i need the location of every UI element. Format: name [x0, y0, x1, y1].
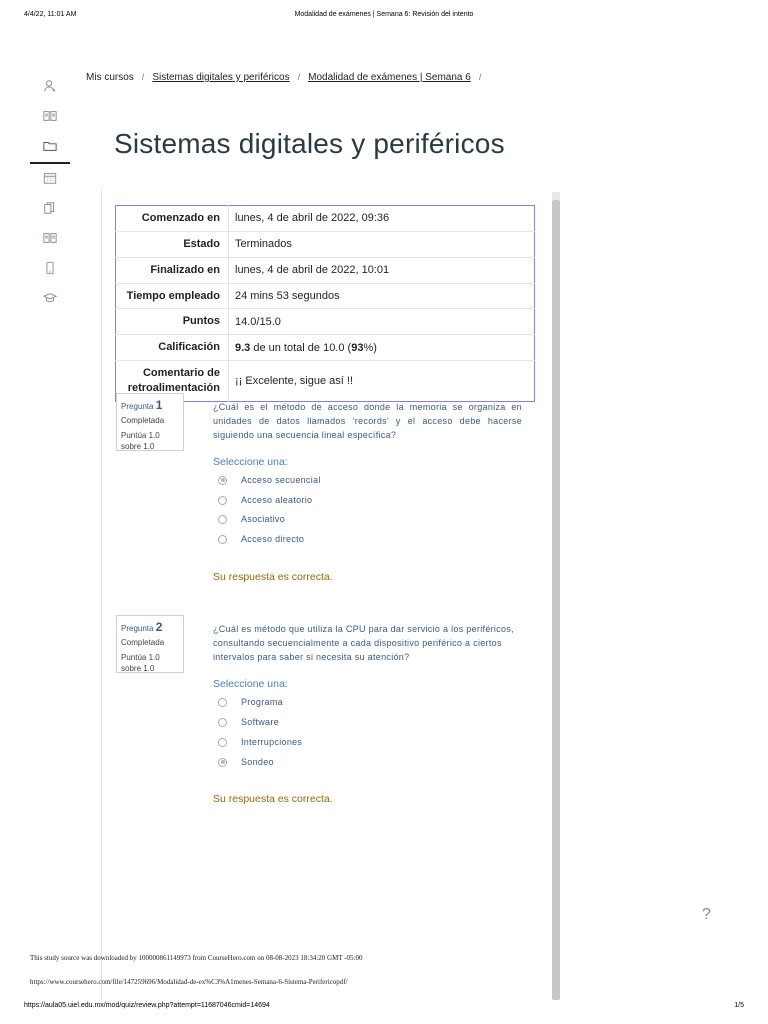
question-label: Pregunta [121, 624, 154, 633]
breadcrumb-separator: / [297, 72, 301, 82]
time-label: Tiempo empleado [115, 283, 229, 310]
question-info-1: Pregunta 1 Completada Puntúa 1.0 sobre 1… [116, 393, 184, 451]
mobile-icon[interactable] [30, 256, 70, 280]
breadcrumb-my-courses[interactable]: Mis cursos [86, 72, 134, 83]
scrollbar[interactable] [552, 200, 560, 1000]
option-label: Programa [241, 697, 283, 707]
table-row: Comenzado en lunes, 4 de abril de 2022, … [115, 205, 535, 232]
answer-option[interactable]: Software [218, 715, 279, 729]
started-value: lunes, 4 de abril de 2022, 09:36 [228, 205, 535, 232]
radio-button[interactable] [218, 495, 227, 505]
radio-button[interactable] [218, 534, 227, 544]
attempt-summary-table: Comenzado en lunes, 4 de abril de 2022, … [115, 205, 535, 402]
download-source-note: This study source was downloaded by 1000… [30, 954, 363, 962]
help-button[interactable]: ? [702, 906, 711, 924]
grade-total: de un total de 10.0 ( [250, 341, 352, 354]
answer-option[interactable]: Asociativo [218, 512, 285, 526]
question-info-2: Pregunta 2 Completada Puntúa 1.0 sobre 1… [116, 615, 184, 673]
radio-button[interactable] [218, 514, 227, 524]
answer-option[interactable]: Acceso aleatorio [218, 493, 312, 507]
answer-option[interactable]: Programa [218, 695, 283, 709]
question-index: 1 [155, 398, 163, 412]
table-row: Puntos 14.0/15.0 [115, 308, 535, 336]
feedback-value: ¡¡ Excelente, sigue así !! [228, 360, 535, 402]
finished-label: Finalizado en [115, 257, 229, 284]
points-label: Puntos [115, 308, 229, 336]
question-grade: Puntúa 1.0 sobre 1.0 [121, 431, 160, 451]
question-state: Completada [121, 638, 165, 647]
state-value: Terminados [228, 231, 535, 258]
user-icon[interactable] [30, 74, 70, 98]
table-row: Calificación 9.3 de un total de 10.0 (93… [115, 334, 535, 362]
option-label: Software [241, 717, 279, 727]
breadcrumb-quiz[interactable]: Modalidad de exámenes | Semana 6 [308, 72, 471, 83]
breadcrumb: Mis cursos / Sistemas digitales y periféri… [86, 72, 489, 83]
option-label: Acceso secuencial [241, 475, 321, 485]
library-icon[interactable] [30, 226, 70, 250]
question-text-1: ¿Cuál es el método de acceso donde la me… [213, 402, 522, 440]
answer-option[interactable]: Acceso secuencial [218, 473, 321, 487]
time-value: 24 mins 53 segundos [228, 283, 535, 310]
print-footer-url: https://aula05.uiel.edu.mx/mod/quiz/revi… [24, 1002, 270, 1009]
radio-button[interactable] [218, 757, 227, 767]
graduation-cap-icon[interactable] [30, 286, 70, 310]
points-value: 14.0/15.0 [228, 308, 535, 336]
sidebar-active-indicator [30, 162, 70, 164]
source-url: https://www.coursehero.com/file/14725969… [30, 978, 348, 986]
radio-button[interactable] [218, 737, 227, 747]
finished-value: lunes, 4 de abril de 2022, 10:01 [228, 257, 535, 284]
print-header: 4/4/22, 11:01 AM Modalidad de exámenes |… [24, 11, 744, 23]
grade-percent-suffix: %) [363, 341, 377, 354]
answer-feedback-1: Su respuesta es correcta. [213, 571, 333, 583]
breadcrumb-separator: / [141, 72, 145, 82]
question-number: Pregunta 2 [121, 620, 179, 634]
breadcrumb-course[interactable]: Sistemas digitales y periféricos [152, 72, 289, 83]
option-label: Acceso aleatorio [241, 495, 313, 505]
state-label: Estado [115, 231, 229, 258]
scrollbar-arrow[interactable] [552, 192, 560, 200]
page-title: Sistemas digitales y periféricos [114, 128, 505, 159]
select-prompt-1: Seleccione una: [213, 456, 288, 468]
option-label: Interrupciones [241, 737, 303, 747]
question-grade: Puntúa 1.0 sobre 1.0 [121, 653, 160, 673]
question-state: Completada [121, 416, 165, 425]
grade-score: 9.3 [235, 341, 251, 354]
question-number: Pregunta 1 [121, 398, 179, 412]
table-row: Tiempo empleado 24 mins 53 segundos [115, 283, 535, 310]
answer-option[interactable]: Sondeo [218, 755, 274, 769]
question-index: 2 [155, 620, 163, 634]
option-label: Acceso directo [241, 534, 305, 544]
book-icon[interactable] [30, 104, 70, 128]
answer-option[interactable]: Acceso directo [218, 532, 304, 546]
select-prompt-2: Seleccione una: [213, 678, 288, 690]
radio-button[interactable] [218, 697, 227, 707]
folder-icon[interactable] [30, 134, 70, 158]
option-label: Sondeo [241, 757, 274, 767]
radio-button[interactable] [218, 717, 227, 727]
print-page-number: 1/5 [734, 1002, 744, 1009]
breadcrumb-separator: / [478, 72, 482, 82]
grade-label: Calificación [115, 334, 229, 362]
question-label: Pregunta [121, 402, 154, 411]
print-title: Modalidad de exámenes | Semana 6: Revisi… [294, 11, 474, 18]
grade-value: 9.3 de un total de 10.0 (93%) [228, 334, 535, 362]
calendar-icon[interactable] [30, 166, 70, 190]
table-row: Finalizado en lunes, 4 de abril de 2022,… [115, 257, 535, 284]
question-text-2: ¿Cuál es método que utiliza la CPU para … [213, 624, 514, 662]
answer-feedback-2: Su respuesta es correcta. [213, 793, 333, 805]
answer-option[interactable]: Interrupciones [218, 735, 302, 749]
table-row: Estado Terminados [115, 231, 535, 258]
radio-button[interactable] [218, 475, 227, 485]
copy-icon[interactable] [30, 196, 70, 220]
grade-percent: 93 [351, 341, 364, 354]
option-label: Asociativo [241, 514, 286, 524]
started-label: Comenzado en [115, 205, 229, 232]
